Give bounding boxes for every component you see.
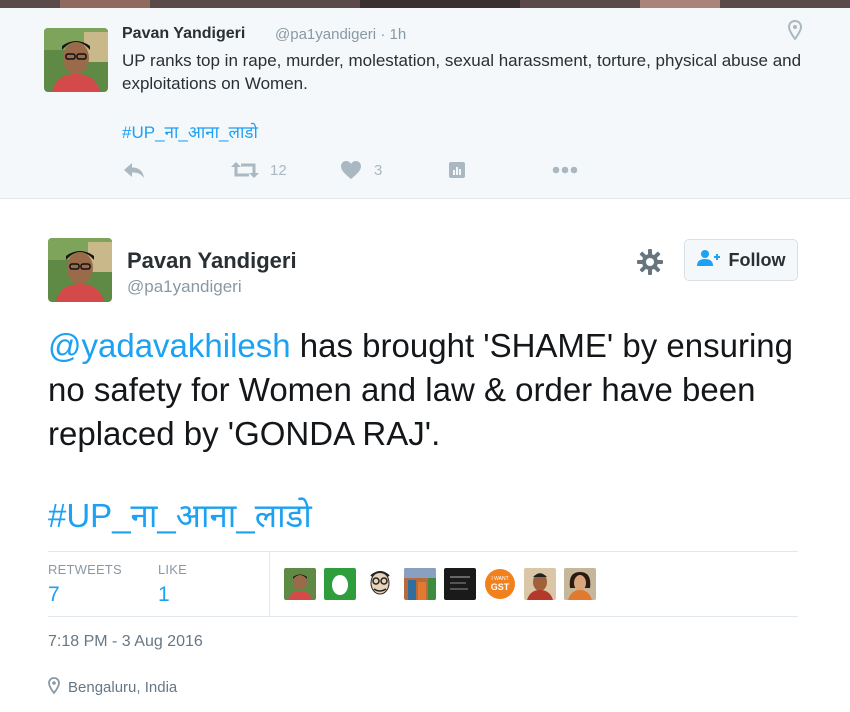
tweet-stats: RETWEETS 7 LIKE 1 I WANT GST: [48, 551, 798, 617]
likes-stat[interactable]: LIKE 1: [158, 562, 187, 607]
separator-dot: ·: [380, 26, 386, 43]
location-pin-icon: [48, 677, 60, 698]
more-dots-icon: [552, 166, 578, 174]
retweet-icon: [230, 160, 260, 180]
tweet-timestamp[interactable]: 7:18 PM - 3 Aug 2016: [48, 633, 203, 651]
retweets-value: 7: [48, 583, 60, 606]
tweet-text: @yadavakhilesh has brought 'SHAME' by en…: [48, 324, 808, 456]
location-pin-icon[interactable]: [787, 19, 803, 41]
liker-avatar[interactable]: [524, 568, 556, 600]
reply-icon: [122, 160, 146, 180]
likes-label: LIKE: [158, 562, 187, 577]
analytics-icon: [448, 161, 466, 179]
author-name[interactable]: Pavan Yandigeri: [127, 248, 297, 274]
author-name[interactable]: Pavan Yandigeri: [122, 25, 245, 43]
author-handle[interactable]: @pa1yandigeri: [127, 277, 242, 297]
reply-button[interactable]: [122, 158, 146, 182]
liker-avatar[interactable]: [404, 568, 436, 600]
like-button[interactable]: 3: [340, 158, 382, 182]
mention-link[interactable]: @yadavakhilesh: [48, 327, 291, 364]
tweet-text: UP ranks top in rape, murder, molestatio…: [122, 51, 802, 93]
retweet-count: 12: [270, 161, 287, 179]
stats-divider: [269, 552, 270, 616]
hashtag-link[interactable]: #UP_ना_आना_लाडो: [48, 492, 312, 537]
retweets-stat[interactable]: RETWEETS 7: [48, 562, 122, 607]
follow-button[interactable]: Follow: [684, 239, 798, 281]
liker-avatar[interactable]: I WANT GST: [484, 568, 516, 600]
context-tweet[interactable]: Pavan Yandigeri @pa1yandigeri · 1h UP ra…: [0, 8, 850, 199]
hashtag-link[interactable]: #UP_ना_आना_लाडो: [122, 120, 258, 143]
avatar[interactable]: [44, 28, 108, 92]
tweet-time[interactable]: 1h: [389, 26, 406, 43]
tweet-location[interactable]: Bengaluru, India: [48, 677, 177, 698]
avatar[interactable]: [48, 238, 112, 302]
tweet-actions: 12 3: [120, 158, 620, 182]
location-text: Bengaluru, India: [68, 679, 178, 696]
retweet-button[interactable]: 12: [230, 158, 287, 182]
more-options-button[interactable]: [552, 158, 578, 182]
likes-value: 1: [158, 583, 170, 606]
author-handle[interactable]: @pa1yandigeri: [275, 26, 376, 43]
follow-label: Follow: [728, 249, 786, 270]
gst-badge-main: GST: [491, 582, 510, 592]
liker-avatar[interactable]: [444, 568, 476, 600]
analytics-button[interactable]: [448, 158, 466, 182]
author-handle-time[interactable]: @pa1yandigeri · 1h: [275, 26, 406, 43]
like-count: 3: [374, 161, 383, 179]
gear-icon[interactable]: [636, 248, 664, 276]
previous-tweet-image-strip: [0, 0, 850, 8]
liker-avatar[interactable]: [324, 568, 356, 600]
heart-icon: [340, 160, 362, 180]
liker-avatar[interactable]: [284, 568, 316, 600]
liker-avatar[interactable]: [364, 568, 396, 600]
retweets-label: RETWEETS: [48, 562, 122, 577]
add-user-icon: [696, 249, 721, 272]
liker-avatar[interactable]: [564, 568, 596, 600]
